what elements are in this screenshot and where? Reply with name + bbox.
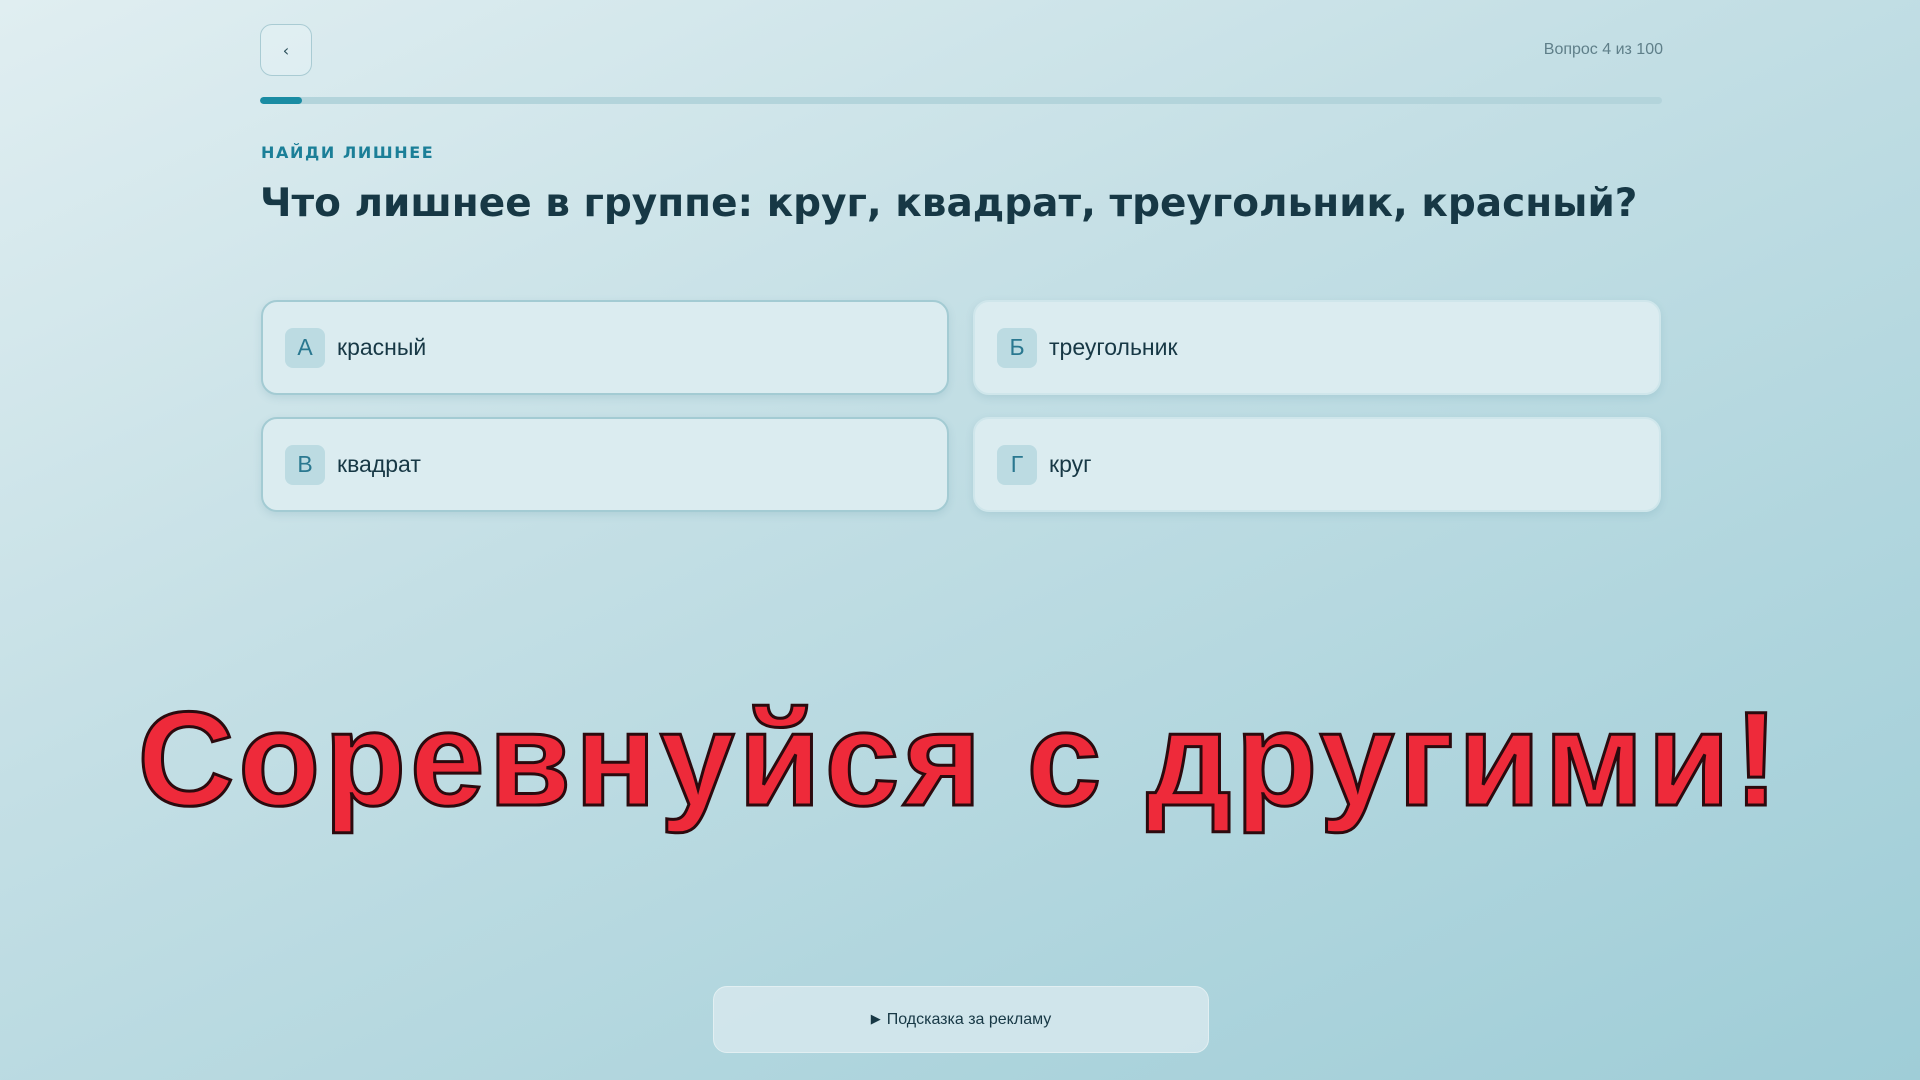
answer-letter-badge: Б [997,327,1037,368]
promo-banner: Соревнуйся с другими! [136,684,1783,836]
answer-option-b[interactable]: Б треугольник [973,300,1661,395]
answer-text: квадрат [337,451,421,477]
play-icon: ▶ [870,1012,881,1027]
hint-button-label: Подсказка за рекламу [886,1010,1052,1028]
answer-grid: А красный Б треугольник В квадрат Г круг [261,300,1661,512]
answer-letter-badge: Г [997,444,1037,485]
question-counter: Вопрос 4 из 100 [1543,41,1663,58]
answer-option-c[interactable]: В квадрат [261,417,949,512]
answer-text: красный [337,334,427,360]
progress-bar [260,97,1662,104]
answer-text: круг [1049,451,1092,477]
answer-letter-badge: В [285,444,325,485]
hint-for-ad-button[interactable]: ▶ Подсказка за рекламу [713,986,1209,1053]
question-text: Что лишнее в группе: круг, квадрат, треу… [260,181,1638,226]
answer-option-d[interactable]: Г круг [973,417,1661,512]
answer-letter-badge: А [285,327,325,368]
progress-bar-fill [260,97,303,104]
answer-option-a[interactable]: А красный [261,300,949,395]
question-category: НАЙДИ ЛИШНЕЕ [261,143,435,162]
back-button[interactable]: ‹ [260,24,312,76]
answer-text: треугольник [1049,334,1178,360]
